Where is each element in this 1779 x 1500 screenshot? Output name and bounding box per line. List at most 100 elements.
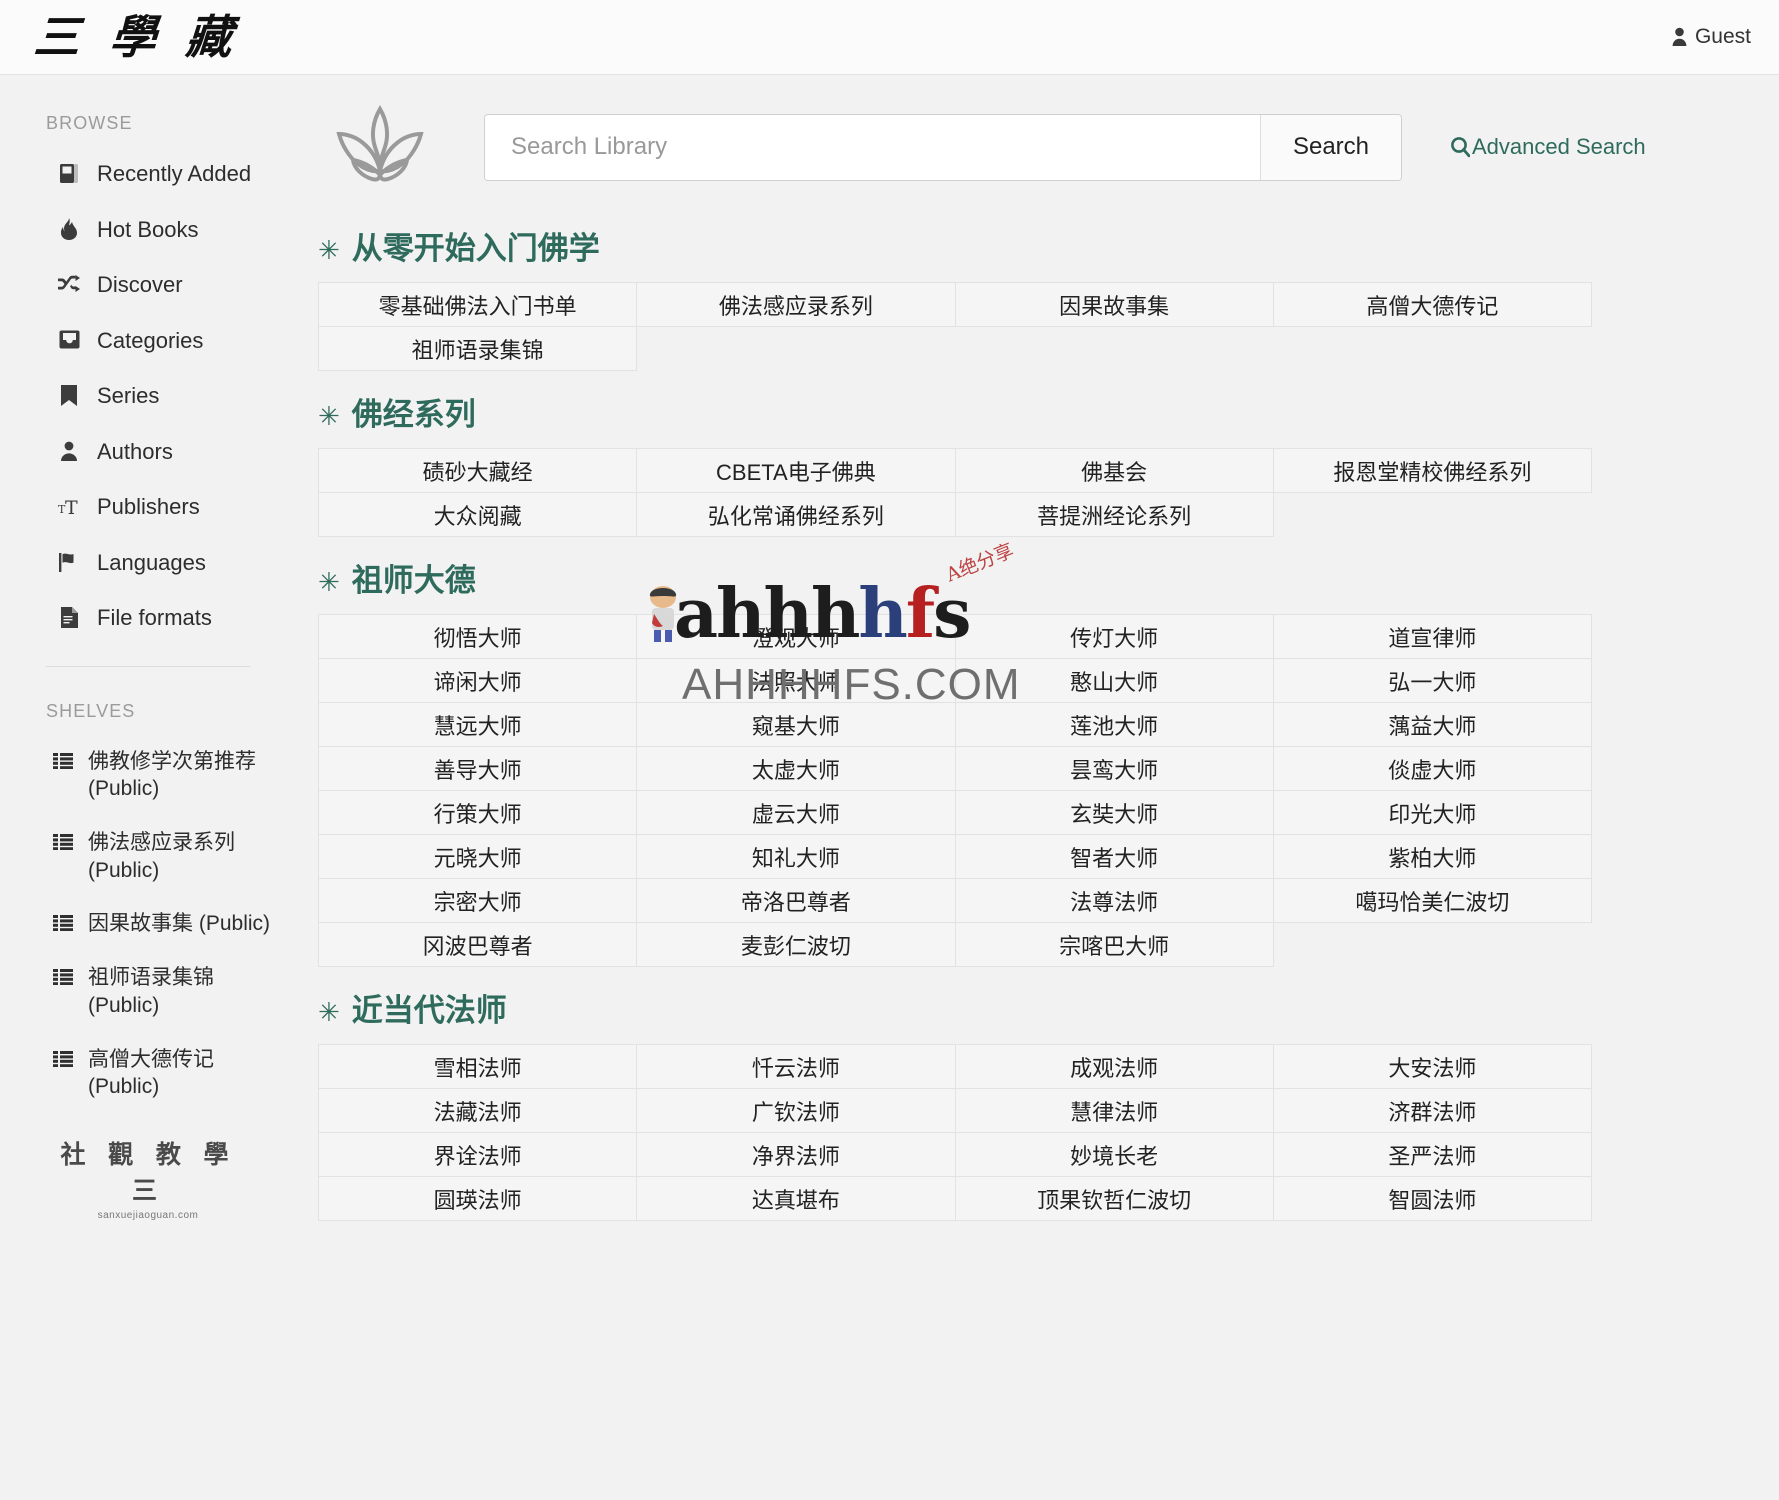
grid-cell-link[interactable]: 帝洛巴尊者 [637,879,955,923]
sidebar-item-recently-added[interactable]: Recently Added [0,160,296,188]
grid-cell-link[interactable]: 虚云大师 [637,791,955,835]
grid-cell-link[interactable]: 倓虚大师 [1273,747,1591,791]
grid-cell-link[interactable]: 报恩堂精校佛经系列 [1273,449,1591,493]
sidebar-item-languages[interactable]: Languages [0,549,296,577]
asterisk-icon: ✳ [318,235,340,266]
grid-cell-link[interactable]: 佛法感应录系列 [637,283,955,327]
grid-cell-link[interactable]: 谛闲大师 [319,659,637,703]
grid-cell-link[interactable]: 昙鸾大师 [955,747,1273,791]
grid-cell-link[interactable]: 憨山大师 [955,659,1273,703]
grid-cell-link[interactable]: 忏云法师 [637,1045,955,1089]
advanced-search-label: Advanced Search [1472,134,1646,160]
search-button[interactable]: Search [1260,115,1401,180]
sidebar-item-discover[interactable]: Discover [0,271,296,299]
grid-cell-link[interactable]: 圆瑛法师 [319,1177,637,1221]
table-row: 法藏法师广钦法师慧律法师济群法师 [319,1089,1592,1133]
grid-cell-link[interactable]: 印光大师 [1273,791,1591,835]
grid-cell-link[interactable]: 智圆法师 [1273,1177,1591,1221]
grid-cell-link[interactable]: 彻悟大师 [319,615,637,659]
grid-cell-link[interactable]: 善导大师 [319,747,637,791]
shelf-item-4[interactable]: 高僧大德传记 (Public) [0,1046,296,1101]
grid-cell-link[interactable]: 界诠法师 [319,1133,637,1177]
grid-cell-link[interactable]: 道宣律师 [1273,615,1591,659]
sidebar-item-file-formats[interactable]: File formats [0,604,296,632]
grid-cell-link[interactable]: 紫柏大师 [1273,835,1591,879]
search-box[interactable]: Search [484,114,1402,181]
sidebar-divider [46,666,250,667]
grid-cell-link[interactable]: 知礼大师 [637,835,955,879]
table-row: 祖师语录集锦 [319,327,1592,371]
grid-cell-link[interactable]: 噶玛恰美仁波切 [1273,879,1591,923]
grid-cell-link[interactable]: 圣严法师 [1273,1133,1591,1177]
section-grid: 彻悟大师澄观大师传灯大师道宣律师谛闲大师法照大师憨山大师弘一大师慧远大师窥基大师… [318,614,1592,967]
advanced-search-link[interactable]: Advanced Search [1450,134,1646,160]
grid-cell-link[interactable]: 宗密大师 [319,879,637,923]
grid-cell-link[interactable]: 慧远大师 [319,703,637,747]
sidebar-item-label: Categories [97,327,286,355]
sidebar-item-label: Publishers [97,493,286,521]
grid-cell-link[interactable]: 顶果钦哲仁波切 [955,1177,1273,1221]
grid-cell-link[interactable]: 济群法师 [1273,1089,1591,1133]
grid-cell-link[interactable]: CBETA电子佛典 [637,449,955,493]
sidebar-item-series[interactable]: Series [0,382,296,410]
search-input[interactable] [485,115,1260,180]
grid-cell-link[interactable]: 元晓大师 [319,835,637,879]
sidebar-item-categories[interactable]: Categories [0,327,296,355]
grid-cell-link[interactable]: 玄奘大师 [955,791,1273,835]
page-root: 三 學 藏 Guest BROWSE Recently Added Hot Bo [0,0,1779,1500]
shuffle-icon [58,271,80,297]
shelf-item-1[interactable]: 佛法感应录系列 (Public) [0,829,296,884]
site-logo-title[interactable]: 三 學 藏 [32,14,240,60]
list-icon [52,829,74,855]
sidebar-item-label: File formats [97,604,286,632]
shelf-item-0[interactable]: 佛教修学次第推荐 (Public) [0,748,296,803]
shelf-item-2[interactable]: 因果故事集 (Public) [0,910,296,938]
top-header-bar: 三 學 藏 Guest [0,0,1779,75]
file-icon [58,604,80,630]
grid-cell-link[interactable]: 雪相法师 [319,1045,637,1089]
grid-cell-link[interactable]: 大安法师 [1273,1045,1591,1089]
grid-cell-link[interactable]: 窥基大师 [637,703,955,747]
user-menu[interactable]: Guest [1672,25,1751,49]
grid-cell-link[interactable]: 净界法师 [637,1133,955,1177]
grid-cell-link[interactable]: 妙境长老 [955,1133,1273,1177]
grid-cell-link[interactable]: 零基础佛法入门书单 [319,283,637,327]
grid-cell-link[interactable]: 佛基会 [955,449,1273,493]
grid-cell-link[interactable]: 慧律法师 [955,1089,1273,1133]
grid-cell-link[interactable]: 莲池大师 [955,703,1273,747]
grid-cell-link[interactable]: 弘一大师 [1273,659,1591,703]
list-icon [52,910,74,936]
grid-cell-link[interactable]: 传灯大师 [955,615,1273,659]
grid-cell-link[interactable]: 太虚大师 [637,747,955,791]
grid-cell-link[interactable]: 祖师语录集锦 [319,327,637,371]
grid-cell-link[interactable]: 法尊法师 [955,879,1273,923]
grid-cell-link[interactable]: 碛砂大藏经 [319,449,637,493]
flag-icon [58,549,80,575]
svg-text:T: T [65,497,78,516]
grid-cell-empty [1273,923,1591,967]
grid-cell-link[interactable]: 大众阅藏 [319,493,637,537]
grid-cell-link[interactable]: 智者大师 [955,835,1273,879]
grid-cell-link[interactable]: 宗喀巴大师 [955,923,1273,967]
grid-cell-link[interactable]: 行策大师 [319,791,637,835]
grid-cell-link[interactable]: 高僧大德传记 [1273,283,1591,327]
grid-cell-empty [955,327,1273,371]
grid-cell-link[interactable]: 法照大师 [637,659,955,703]
grid-cell-link[interactable]: 成观法师 [955,1045,1273,1089]
grid-cell-link[interactable]: 菩提洲经论系列 [955,493,1273,537]
grid-cell-link[interactable]: 达真堪布 [637,1177,955,1221]
section-grid: 碛砂大藏经CBETA电子佛典佛基会报恩堂精校佛经系列大众阅藏弘化常诵佛经系列菩提… [318,448,1592,537]
grid-cell-link[interactable]: 法藏法师 [319,1089,637,1133]
grid-cell-link[interactable]: 因果故事集 [955,283,1273,327]
grid-cell-link[interactable]: 广钦法师 [637,1089,955,1133]
grid-cell-link[interactable]: 澄观大师 [637,615,955,659]
grid-cell-empty [1273,493,1591,537]
sidebar-item-publishers[interactable]: TT Publishers [0,493,296,521]
grid-cell-link[interactable]: 蕅益大师 [1273,703,1591,747]
grid-cell-link[interactable]: 冈波巴尊者 [319,923,637,967]
grid-cell-link[interactable]: 麦彭仁波切 [637,923,955,967]
shelf-item-3[interactable]: 祖师语录集锦 (Public) [0,964,296,1019]
sidebar-item-hot-books[interactable]: Hot Books [0,216,296,244]
grid-cell-link[interactable]: 弘化常诵佛经系列 [637,493,955,537]
sidebar-item-authors[interactable]: Authors [0,438,296,466]
